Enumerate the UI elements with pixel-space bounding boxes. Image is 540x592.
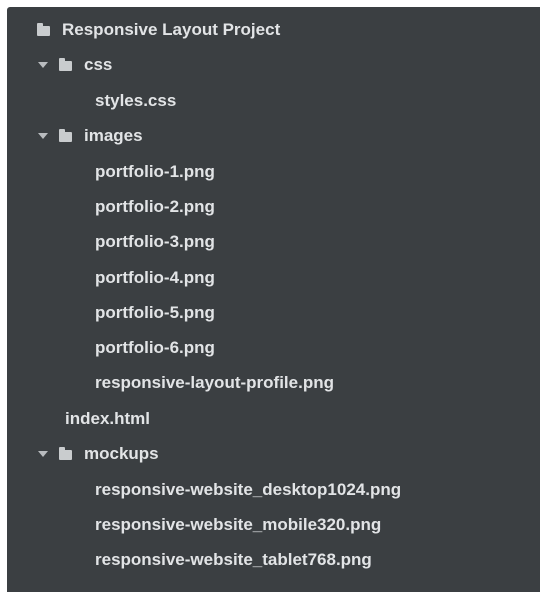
folder-name: mockups bbox=[84, 444, 159, 463]
file-tree-panel: Responsive Layout Project css styles.css… bbox=[7, 7, 540, 592]
tree-file[interactable]: portfolio-1.png bbox=[95, 157, 215, 187]
file-name: responsive-website_tablet768.png bbox=[95, 550, 372, 569]
tree-file[interactable]: portfolio-4.png bbox=[95, 263, 215, 293]
folder-icon bbox=[59, 447, 72, 460]
tree-file[interactable]: responsive-website_tablet768.png bbox=[95, 545, 372, 575]
file-name: portfolio-1.png bbox=[95, 162, 215, 181]
file-name: responsive-layout-profile.png bbox=[95, 373, 334, 392]
tree-folder-images[interactable]: images bbox=[38, 121, 143, 151]
tree-file[interactable]: portfolio-3.png bbox=[95, 227, 215, 257]
tree-file[interactable]: responsive-website_desktop1024.png bbox=[95, 475, 401, 505]
folder-icon bbox=[59, 58, 72, 71]
file-name: portfolio-3.png bbox=[95, 232, 215, 251]
tree-folder-css[interactable]: css bbox=[38, 50, 112, 80]
tree-root-project[interactable]: Responsive Layout Project bbox=[37, 15, 280, 45]
tree-folder-mockups[interactable]: mockups bbox=[38, 439, 159, 469]
tree-file[interactable]: portfolio-5.png bbox=[95, 298, 215, 328]
file-name: portfolio-6.png bbox=[95, 338, 215, 357]
caret-down-icon[interactable] bbox=[38, 62, 48, 68]
file-name: portfolio-2.png bbox=[95, 197, 215, 216]
folder-name: images bbox=[84, 126, 143, 145]
file-name: portfolio-5.png bbox=[95, 303, 215, 322]
folder-icon bbox=[59, 129, 72, 142]
folder-name: css bbox=[84, 55, 113, 74]
tree-file[interactable]: responsive-layout-profile.png bbox=[95, 368, 334, 398]
folder-icon bbox=[37, 23, 50, 36]
project-name: Responsive Layout Project bbox=[62, 20, 281, 39]
file-name: responsive-website_mobile320.png bbox=[95, 515, 382, 534]
tree-file[interactable]: portfolio-2.png bbox=[95, 192, 215, 222]
tree-file-index[interactable]: index.html bbox=[65, 404, 150, 434]
tree-file[interactable]: responsive-website_mobile320.png bbox=[95, 510, 381, 540]
caret-down-icon[interactable] bbox=[38, 133, 48, 139]
file-tree: Responsive Layout Project css styles.css… bbox=[7, 7, 540, 592]
caret-down-icon[interactable] bbox=[38, 451, 48, 457]
file-name: index.html bbox=[65, 409, 151, 428]
file-name: responsive-website_desktop1024.png bbox=[95, 480, 402, 499]
tree-file[interactable]: styles.css bbox=[95, 86, 176, 116]
tree-file[interactable]: portfolio-6.png bbox=[95, 333, 215, 363]
file-name: styles.css bbox=[95, 91, 177, 110]
file-name: portfolio-4.png bbox=[95, 268, 215, 287]
